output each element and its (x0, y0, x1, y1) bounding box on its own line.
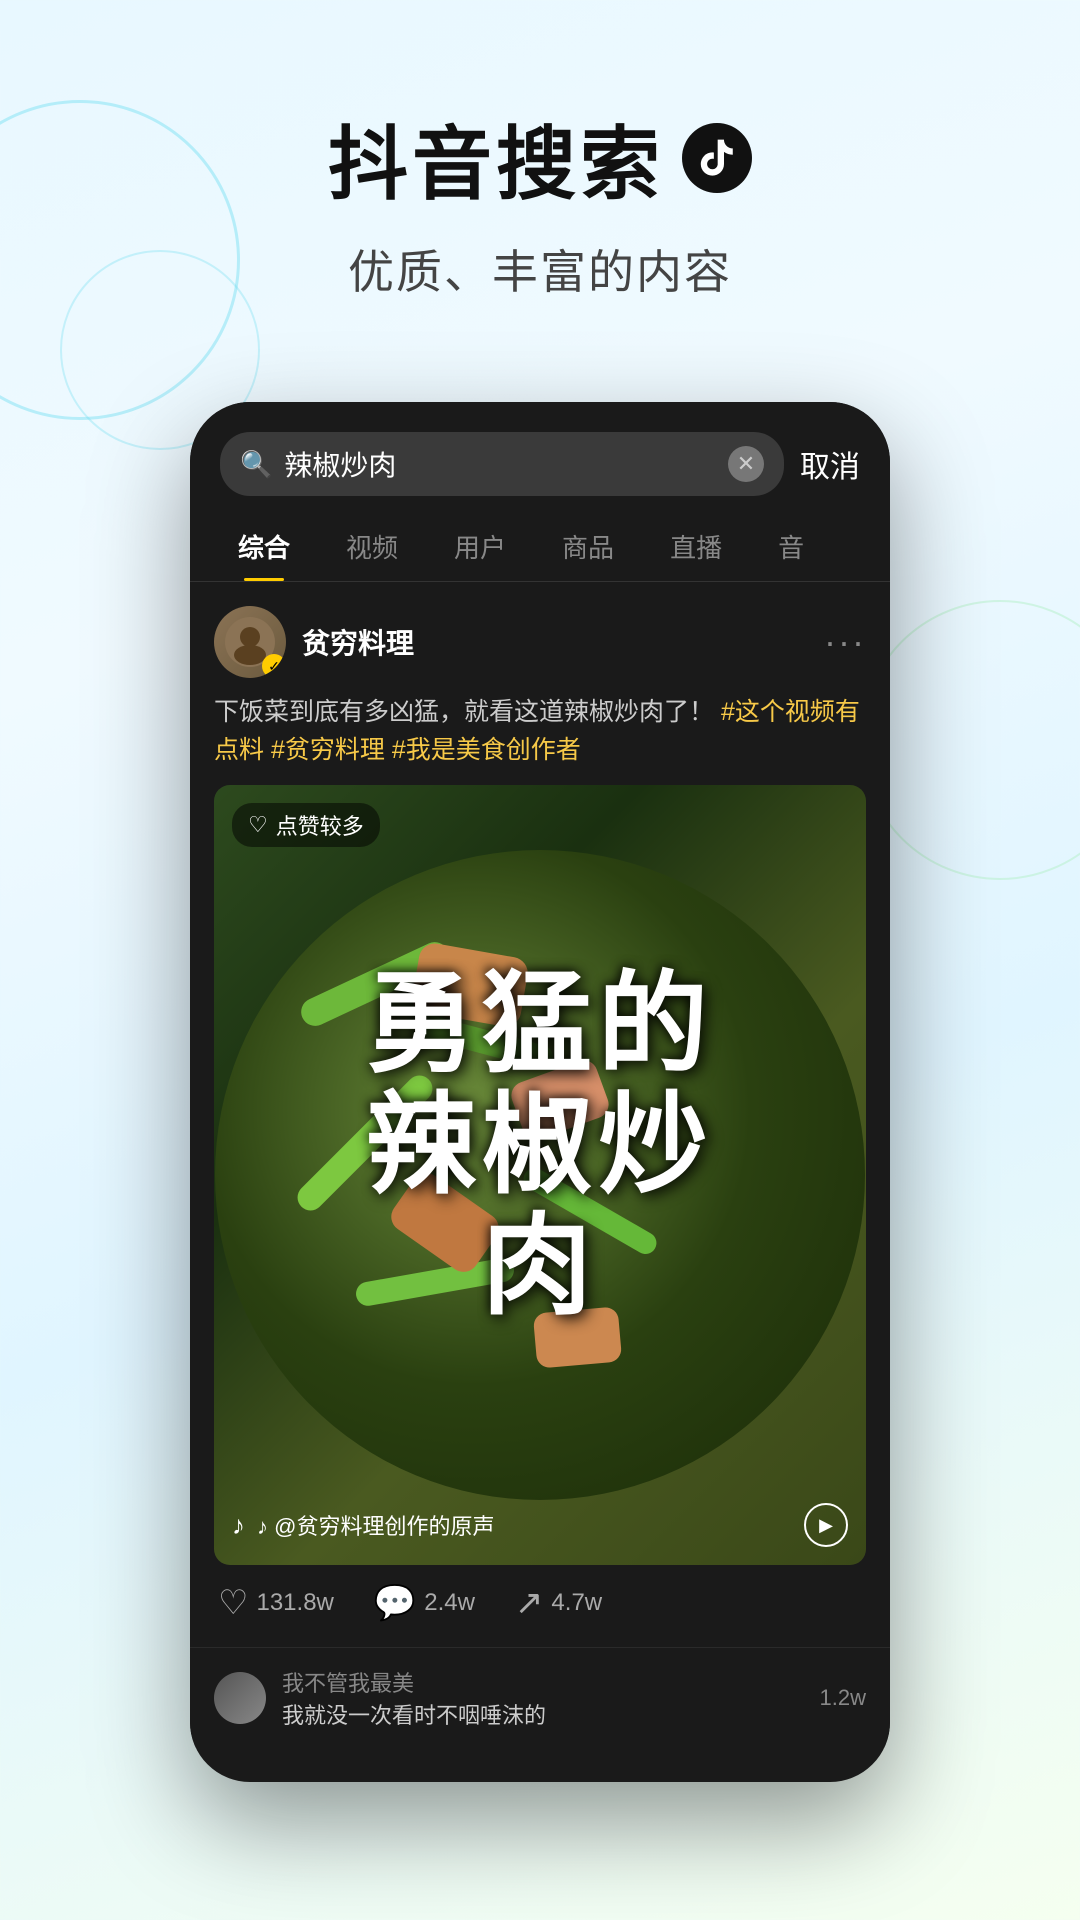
post-desc-text: 下饭菜到底有多凶猛，就看这道辣椒炒肉了！ (214, 698, 714, 726)
avatar: ✓ (214, 606, 286, 678)
comment-texts: 我不管我最美 我就没一次看时不咽唾沫的 (282, 1666, 804, 1730)
share-count: 4.7w (551, 1589, 602, 1617)
tabs-row: 综合 视频 用户 商品 直播 音 (190, 512, 890, 582)
heart-icon: ♡ (218, 1583, 248, 1623)
tab-音[interactable]: 音 (750, 512, 832, 581)
share-icon: ↗ (515, 1583, 544, 1623)
video-calligraphy-line2: 辣椒炒 (366, 1085, 714, 1206)
content-area: ✓ 贫穷料理 ··· 下饭菜到底有多凶猛，就看这道辣椒炒肉了！ #这个视频有点料… (190, 582, 890, 1647)
cancel-button[interactable]: 取消 (800, 442, 860, 486)
hashtag-3[interactable]: #我是美食创作者 (392, 736, 581, 764)
tiktok-icon-small: ♪ (257, 1514, 268, 1539)
author-name: 贫穷料理 (302, 622, 414, 662)
comment-preview: 我不管我最美 我就没一次看时不咽唾沫的 1.2w (190, 1647, 890, 1748)
sub-title: 优质、丰富的内容 (0, 236, 1080, 302)
music-note-icon: ♪ (232, 1510, 245, 1541)
search-query-text: 辣椒炒肉 (284, 444, 716, 484)
search-bar-area: 🔍 辣椒炒肉 ✕ 取消 (190, 402, 890, 512)
tab-视频[interactable]: 视频 (318, 512, 426, 581)
tab-商品[interactable]: 商品 (534, 512, 642, 581)
post-author: ✓ 贫穷料理 (214, 606, 414, 678)
video-thumbnail[interactable]: ♡ 点赞较多 勇猛的 辣椒炒 肉 ♪ ♪ @贫穷料理创作的原声 (214, 785, 866, 1565)
commenter-avatar (214, 1672, 266, 1724)
search-input-box[interactable]: 🔍 辣椒炒肉 ✕ (220, 432, 784, 496)
search-icon: 🔍 (240, 449, 272, 480)
comment-like-count: 1.2w (820, 1685, 866, 1711)
app-title: 抖音搜索 (0, 100, 1080, 216)
tab-直播[interactable]: 直播 (642, 512, 750, 581)
search-clear-button[interactable]: ✕ (728, 446, 764, 482)
phone-frame: 🔍 辣椒炒肉 ✕ 取消 综合 视频 用户 商品 直播 音 (190, 402, 890, 1782)
like-button[interactable]: ♡ 131.8w (218, 1583, 334, 1623)
sound-text: ♪ @贫穷料理创作的原声 (257, 1509, 792, 1541)
sound-bar: ♪ ♪ @贫穷料理创作的原声 ▶ (232, 1503, 848, 1547)
like-count: 131.8w (256, 1589, 333, 1617)
post-header: ✓ 贫穷料理 ··· (214, 606, 866, 678)
tab-用户[interactable]: 用户 (426, 512, 534, 581)
video-calligraphy-line1: 勇猛的 (366, 964, 714, 1085)
video-text-overlay: 勇猛的 辣椒炒 肉 (214, 785, 866, 1505)
tab-综合[interactable]: 综合 (210, 512, 318, 581)
comment-icon: 💬 (374, 1583, 416, 1623)
comment-count: 2.4w (424, 1589, 475, 1617)
comment-text: 我就没一次看时不咽唾沫的 (282, 1698, 804, 1730)
video-calligraphy-line3: 肉 (366, 1206, 714, 1327)
hashtag-2[interactable]: #贫穷料理 (271, 736, 385, 764)
header-section: 抖音搜索 优质、丰富的内容 (0, 0, 1080, 342)
avatar-verified-badge: ✓ (262, 654, 286, 678)
post-description: 下饭菜到底有多凶猛，就看这道辣椒炒肉了！ #这个视频有点料 #贫穷料理 #我是美… (214, 694, 866, 769)
more-options-icon[interactable]: ··· (824, 621, 866, 663)
comment-button[interactable]: 💬 2.4w (374, 1583, 475, 1623)
share-button[interactable]: ↗ 4.7w (515, 1583, 602, 1623)
phone-wrapper: 🔍 辣椒炒肉 ✕ 取消 综合 视频 用户 商品 直播 音 (0, 402, 1080, 1782)
tiktok-logo-icon (682, 123, 752, 193)
play-button[interactable]: ▶ (804, 1503, 848, 1547)
title-text: 抖音搜索 (328, 100, 664, 216)
commenter-name: 我不管我最美 (282, 1666, 804, 1698)
interaction-bar: ♡ 131.8w 💬 2.4w ↗ 4.7w (214, 1565, 866, 1623)
